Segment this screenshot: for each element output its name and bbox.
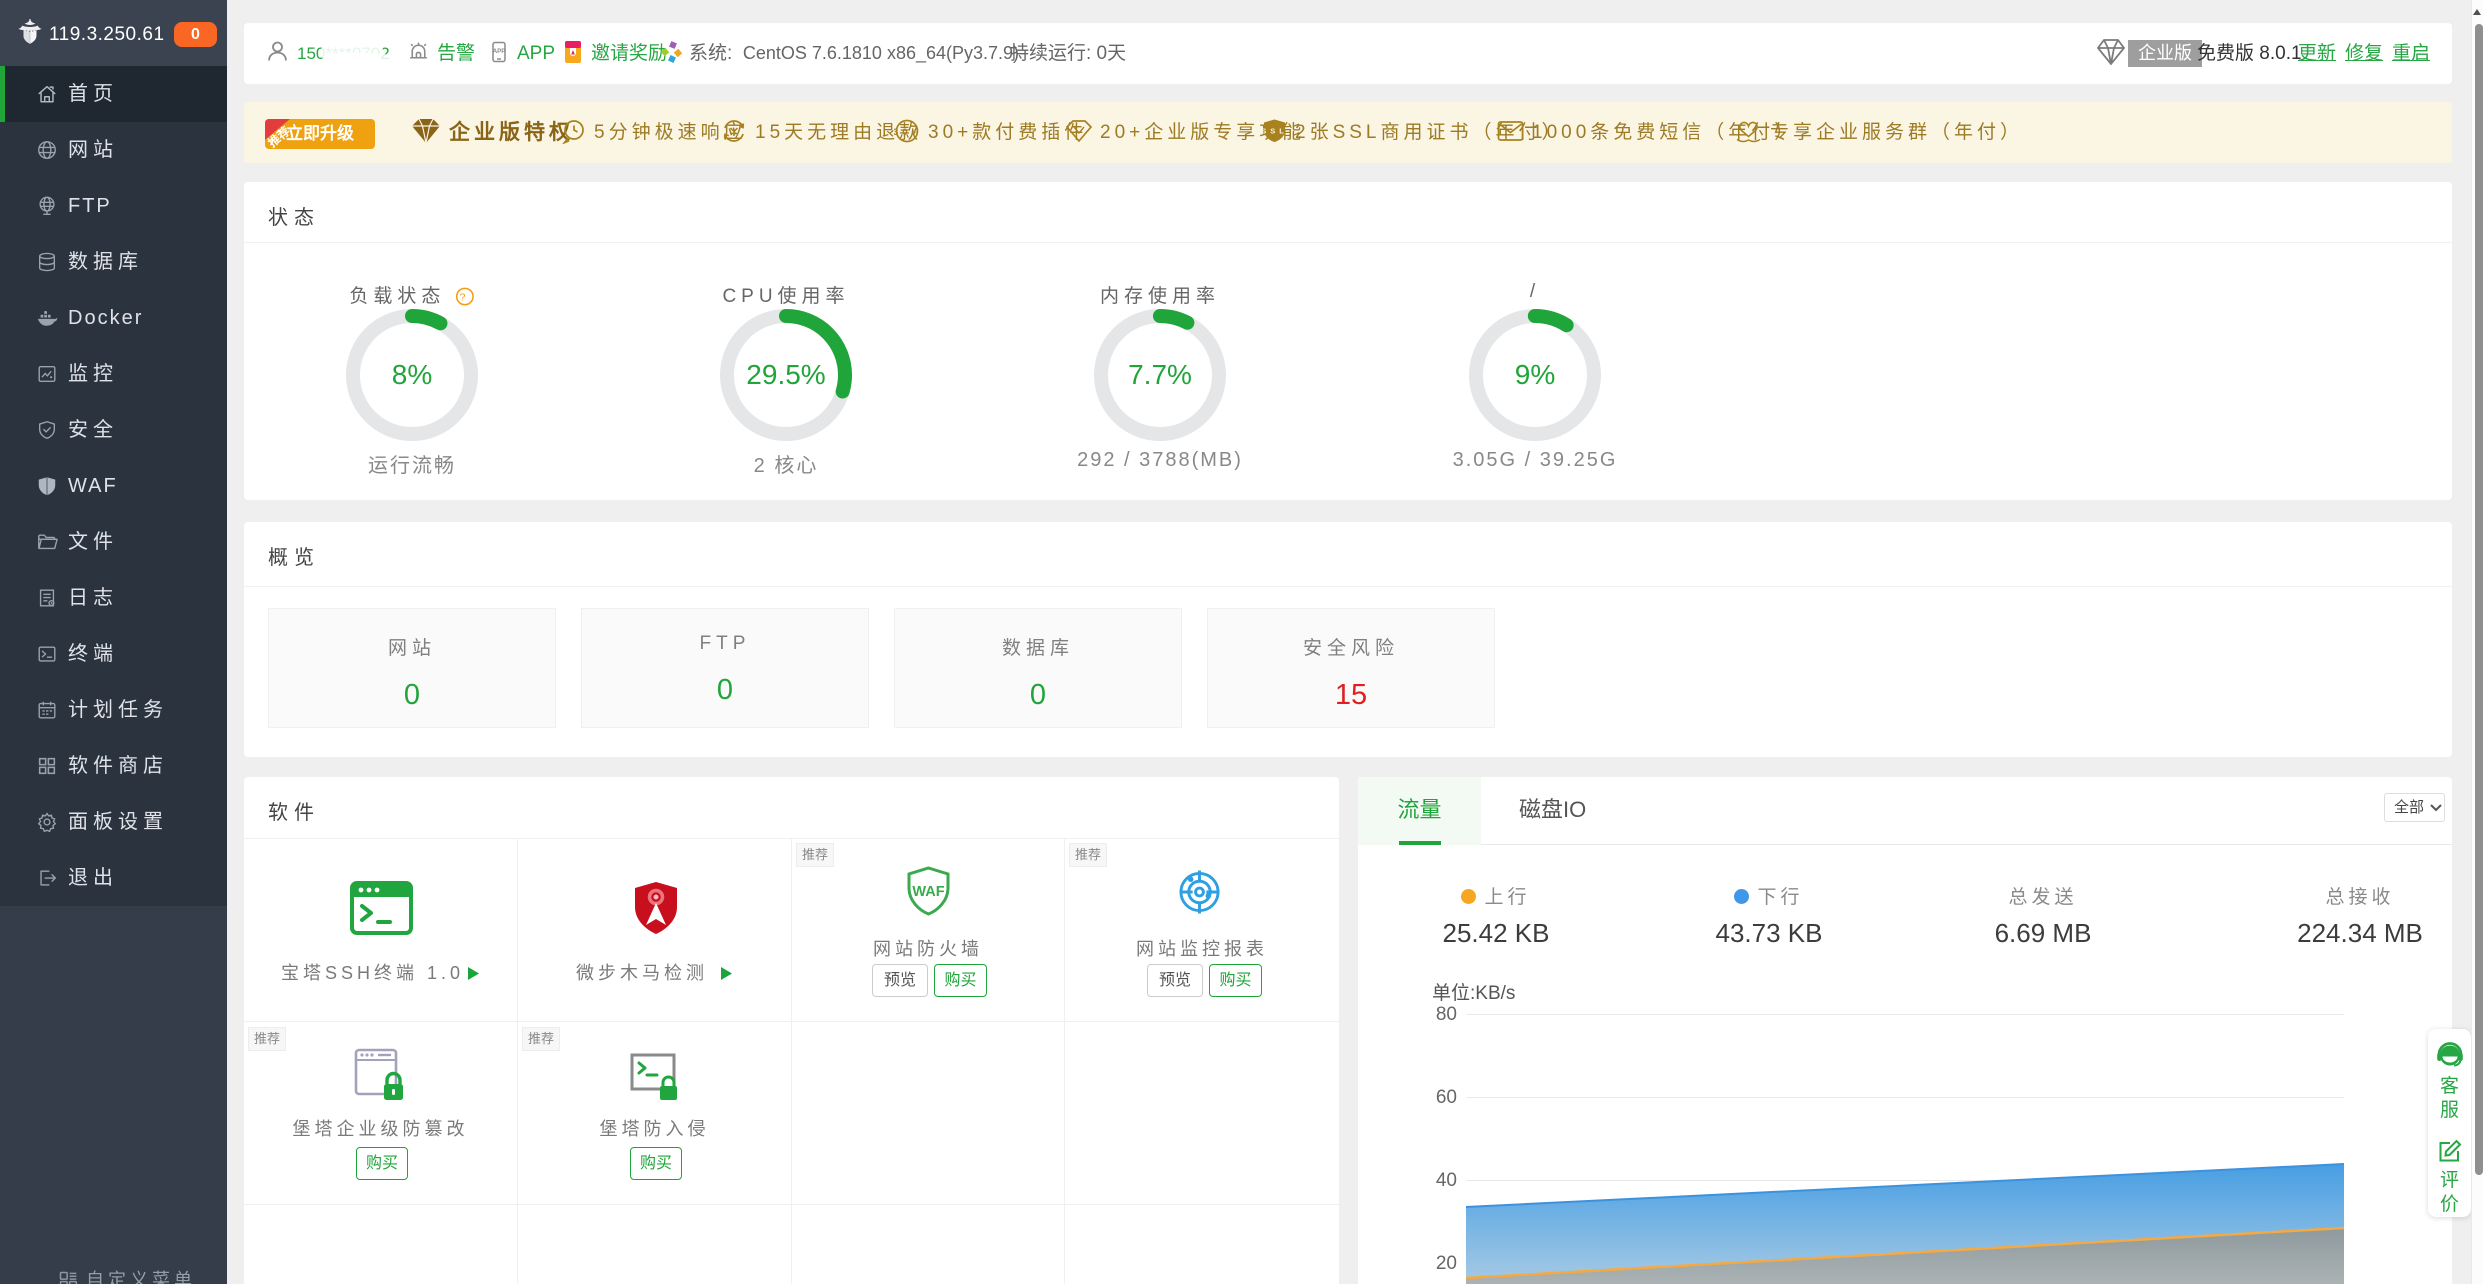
svg-text:WAF: WAF [912,884,944,900]
svg-text:APP: APP [493,48,506,55]
svg-text:SSL: SSL [1262,126,1287,135]
svg-text:30+: 30+ [894,127,920,138]
svg-text:?: ? [460,292,471,303]
